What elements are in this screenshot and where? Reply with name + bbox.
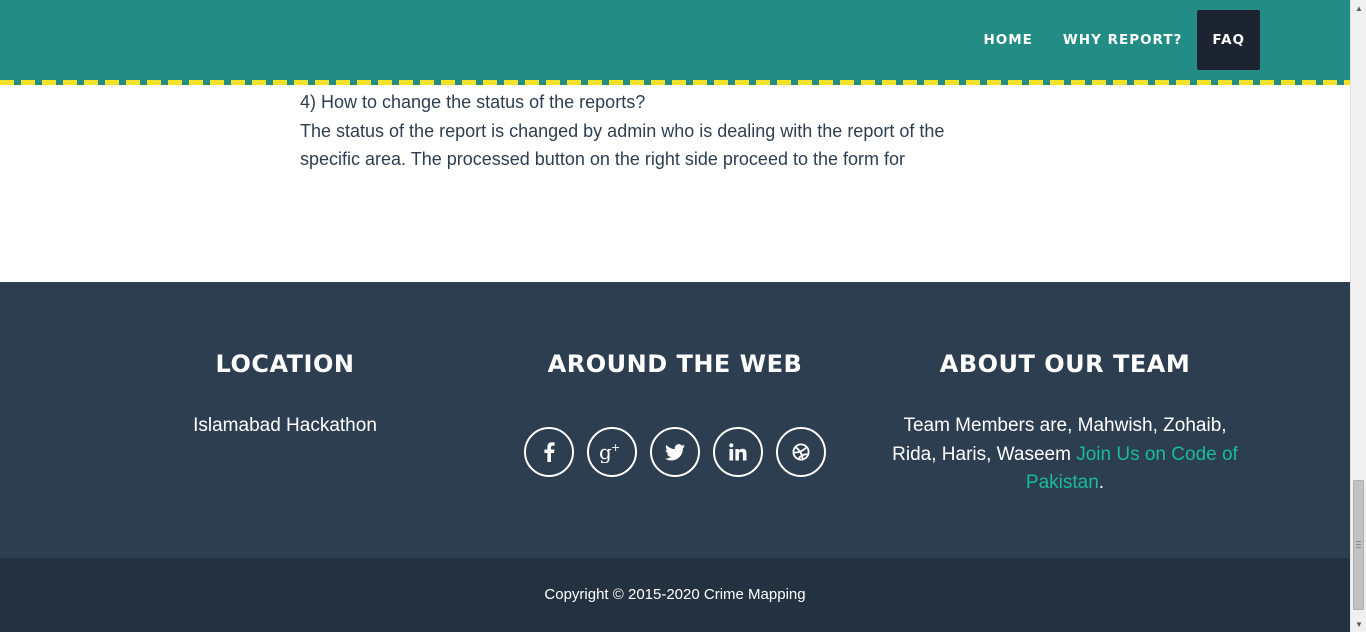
page-scrollbar[interactable]: ▲ ▼ — [1350, 0, 1366, 632]
dribbble-button[interactable] — [776, 427, 826, 477]
scroll-thumb[interactable] — [1353, 480, 1364, 610]
copyright-text: Copyright © 2015-2020 Crime Mapping — [544, 586, 806, 603]
location-heading: LOCATION — [215, 350, 355, 378]
svg-text:+: + — [611, 441, 620, 454]
dribbble-icon — [792, 443, 810, 461]
social-links: g + — [480, 427, 870, 477]
twitter-icon — [665, 443, 685, 461]
google-plus-icon: g + — [599, 441, 625, 463]
navbar: HOME WHY REPORT? FAQ — [0, 0, 1350, 85]
faq-content: 4) How to change the status of the repor… — [300, 88, 1020, 174]
team-text-block: Team Members are, Mahwish, Zohaib, Rida,… — [875, 412, 1255, 498]
facebook-button[interactable] — [524, 427, 574, 477]
footer-copyright: Copyright © 2015-2020 Crime Mapping — [0, 558, 1350, 632]
faq-answer-line-1: The status of the report is changed by a… — [300, 120, 945, 141]
faq-question: 4) How to change the status of the repor… — [300, 92, 646, 112]
location-text: Islamabad Hackathon — [193, 415, 377, 436]
nav-faq-link[interactable]: FAQ — [1197, 10, 1260, 70]
page: HOME WHY REPORT? FAQ 4) How to change th… — [0, 0, 1350, 632]
facebook-icon — [543, 442, 555, 462]
around-the-web-heading: AROUND THE WEB — [547, 350, 803, 378]
google-plus-button[interactable]: g + — [587, 427, 637, 477]
about-team-heading: ABOUT OUR TEAM — [939, 350, 1191, 378]
twitter-button[interactable] — [650, 427, 700, 477]
scroll-down-arrow-icon[interactable]: ▼ — [1351, 616, 1366, 632]
faq-answer-line-2: specific area. The processed button on t… — [300, 149, 906, 169]
nav-links: HOME WHY REPORT? FAQ — [968, 10, 1260, 70]
team-text-period: . — [1098, 472, 1105, 493]
nav-why-report-link[interactable]: WHY REPORT? — [1048, 10, 1197, 70]
scroll-grip-icon — [1356, 541, 1361, 548]
nav-home-link[interactable]: HOME — [968, 10, 1047, 70]
footer-above: LOCATION Islamabad Hackathon AROUND THE … — [0, 282, 1350, 558]
linkedin-button[interactable] — [713, 427, 763, 477]
linkedin-icon — [729, 443, 747, 461]
navbar-stripe — [0, 80, 1350, 85]
scroll-up-arrow-icon[interactable]: ▲ — [1351, 0, 1366, 16]
